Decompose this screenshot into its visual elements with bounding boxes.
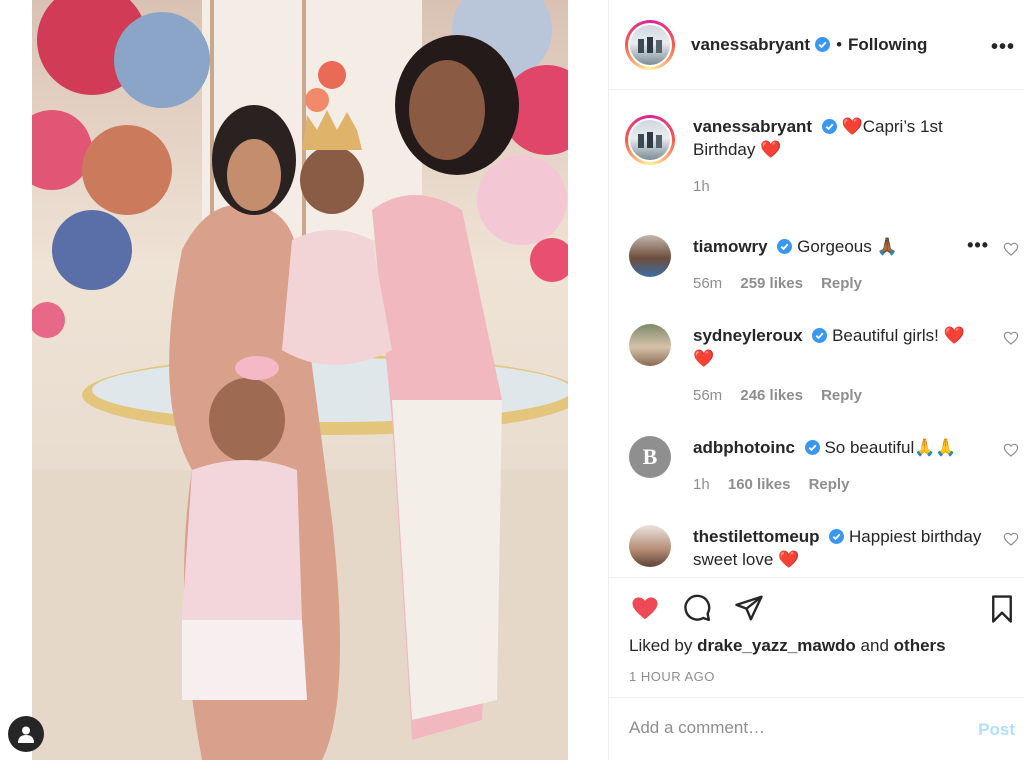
comment-item: sydneyleroux Beautiful girls! ❤️ ❤️ 56m … — [629, 324, 1024, 407]
comment-item: B adbphotoinc So beautiful🙏🙏 1h 160 like… — [629, 436, 1024, 496]
post-timestamp[interactable]: 1 HOUR AGO — [629, 669, 715, 684]
photo-area — [0, 0, 608, 760]
author-username[interactable]: vanessabryant — [691, 35, 810, 55]
comment-time[interactable]: 56m — [693, 387, 722, 404]
more-options-icon[interactable]: ••• — [991, 36, 1015, 59]
like-comment-heart-icon[interactable] — [1003, 330, 1019, 346]
commenter-username[interactable]: thestilettomeup — [693, 527, 820, 546]
reply-button[interactable]: Reply — [821, 387, 862, 404]
post-comment-button[interactable]: Post — [978, 720, 1015, 740]
comment-bubble-icon[interactable] — [681, 593, 713, 623]
like-heart-icon[interactable] — [629, 593, 661, 623]
verified-badge-icon — [821, 119, 837, 134]
post-side-panel: vanessabryant • Following ••• vanessabry… — [608, 0, 1024, 760]
like-comment-heart-icon[interactable] — [1003, 241, 1019, 257]
account-avatar-button[interactable] — [8, 716, 44, 752]
verified-badge-icon — [829, 529, 845, 544]
caption-username[interactable]: vanessabryant — [693, 117, 812, 136]
author-avatar-image — [630, 24, 670, 65]
liked-by-others-link[interactable]: others — [894, 636, 946, 655]
commenter-username[interactable]: tiamowry — [693, 237, 768, 256]
comments-list[interactable]: vanessabryant ❤️Capri’s 1st Birthday ❤️ … — [609, 91, 1024, 577]
post-header: vanessabryant • Following ••• — [609, 0, 1024, 90]
comment-likes[interactable]: 259 likes — [740, 275, 803, 292]
comment-item: thestilettomeup Happiest birthday sweet … — [629, 525, 1024, 571]
caption-time[interactable]: 1h — [693, 175, 993, 198]
comment-likes[interactable]: 246 likes — [740, 387, 803, 404]
verified-badge-icon — [804, 440, 820, 455]
save-bookmark-icon[interactable] — [987, 593, 1017, 625]
post-photo[interactable] — [32, 0, 568, 760]
separator-dot: • — [836, 34, 843, 54]
add-comment-input[interactable] — [629, 718, 949, 738]
comment-likes[interactable]: 160 likes — [728, 476, 791, 493]
following-button[interactable]: Following — [848, 35, 927, 55]
user-icon — [18, 726, 34, 743]
liked-by-user-link[interactable]: drake_yazz_mawdo — [697, 636, 856, 655]
author-avatar[interactable] — [625, 19, 675, 70]
verified-badge-icon — [812, 328, 828, 343]
commenter-avatar[interactable]: B — [629, 436, 671, 478]
reply-button[interactable]: Reply — [821, 275, 862, 292]
like-comment-heart-icon[interactable] — [1003, 531, 1019, 547]
commenter-username[interactable]: sydneyleroux — [693, 326, 803, 345]
add-comment-bar: Post — [609, 697, 1024, 760]
commenter-avatar[interactable] — [629, 525, 671, 567]
post-actions: Liked by drake_yazz_mawdo and others 1 H… — [609, 577, 1024, 697]
commenter-avatar[interactable] — [629, 235, 671, 277]
liked-by-line: Liked by drake_yazz_mawdo and others — [629, 636, 946, 655]
reply-button[interactable]: Reply — [809, 476, 850, 493]
comment-text: Gorgeous 🙏🏾 — [797, 237, 898, 256]
post-caption: vanessabryant ❤️Capri’s 1st Birthday ❤️ … — [625, 115, 993, 198]
like-comment-heart-icon[interactable] — [1003, 442, 1019, 458]
verified-badge-icon — [777, 239, 793, 254]
commenter-avatar[interactable] — [629, 324, 671, 366]
comment-item: tiamowry Gorgeous 🙏🏾 56m 259 likes Reply… — [629, 235, 1024, 295]
comment-time[interactable]: 56m — [693, 275, 722, 292]
comment-text: So beautiful🙏🙏 — [824, 438, 957, 457]
commenter-username[interactable]: adbphotoinc — [693, 438, 795, 457]
verified-badge-icon — [815, 37, 831, 52]
photo-illustration — [32, 0, 568, 760]
comment-more-icon[interactable]: ••• — [967, 235, 989, 256]
instagram-post-view: vanessabryant • Following ••• vanessabry… — [0, 0, 1024, 760]
share-paper-plane-icon[interactable] — [733, 593, 765, 623]
comment-time[interactable]: 1h — [693, 476, 710, 493]
caption-author-avatar[interactable] — [625, 115, 675, 165]
